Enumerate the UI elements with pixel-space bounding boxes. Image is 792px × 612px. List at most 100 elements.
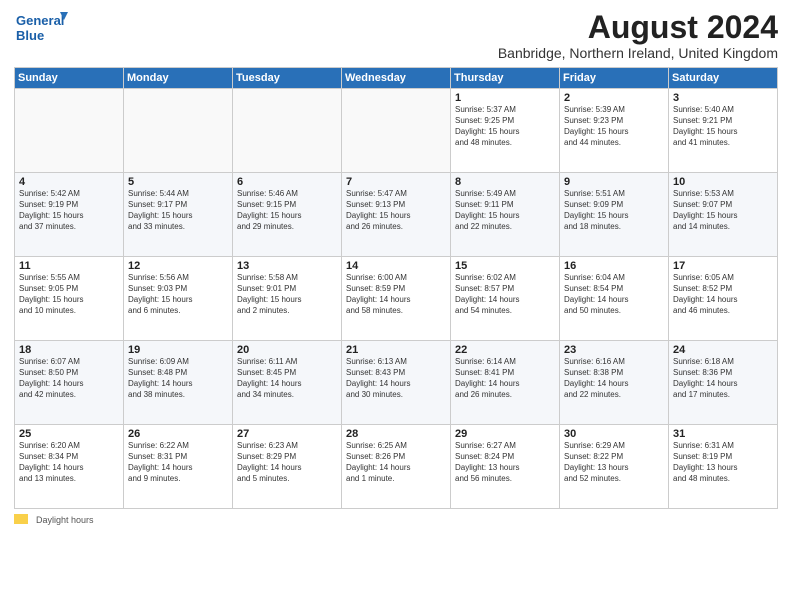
day-number: 24: [673, 344, 773, 356]
calendar-cell: 20Sunrise: 6:11 AM Sunset: 8:45 PM Dayli…: [233, 341, 342, 425]
day-number: 17: [673, 260, 773, 272]
calendar-cell: 18Sunrise: 6:07 AM Sunset: 8:50 PM Dayli…: [15, 341, 124, 425]
calendar-row-0: 1Sunrise: 5:37 AM Sunset: 9:25 PM Daylig…: [15, 89, 778, 173]
day-info: Sunrise: 6:22 AM Sunset: 8:31 PM Dayligh…: [128, 441, 228, 484]
daylight-label: Daylight hours: [36, 515, 94, 525]
calendar-cell: 15Sunrise: 6:02 AM Sunset: 8:57 PM Dayli…: [451, 257, 560, 341]
day-number: 4: [19, 176, 119, 188]
day-info: Sunrise: 5:51 AM Sunset: 9:09 PM Dayligh…: [564, 189, 664, 232]
calendar-cell: 27Sunrise: 6:23 AM Sunset: 8:29 PM Dayli…: [233, 425, 342, 509]
calendar-cell: 14Sunrise: 6:00 AM Sunset: 8:59 PM Dayli…: [342, 257, 451, 341]
col-tuesday: Tuesday: [233, 68, 342, 89]
day-number: 21: [346, 344, 446, 356]
calendar-cell: 3Sunrise: 5:40 AM Sunset: 9:21 PM Daylig…: [669, 89, 778, 173]
day-info: Sunrise: 5:44 AM Sunset: 9:17 PM Dayligh…: [128, 189, 228, 232]
calendar-cell: 24Sunrise: 6:18 AM Sunset: 8:36 PM Dayli…: [669, 341, 778, 425]
col-thursday: Thursday: [451, 68, 560, 89]
calendar-cell: 19Sunrise: 6:09 AM Sunset: 8:48 PM Dayli…: [124, 341, 233, 425]
calendar-cell: 11Sunrise: 5:55 AM Sunset: 9:05 PM Dayli…: [15, 257, 124, 341]
day-info: Sunrise: 5:46 AM Sunset: 9:15 PM Dayligh…: [237, 189, 337, 232]
day-info: Sunrise: 5:53 AM Sunset: 9:07 PM Dayligh…: [673, 189, 773, 232]
day-info: Sunrise: 6:16 AM Sunset: 8:38 PM Dayligh…: [564, 357, 664, 400]
day-info: Sunrise: 6:29 AM Sunset: 8:22 PM Dayligh…: [564, 441, 664, 484]
calendar-cell: 16Sunrise: 6:04 AM Sunset: 8:54 PM Dayli…: [560, 257, 669, 341]
svg-text:Blue: Blue: [16, 28, 44, 43]
day-number: 10: [673, 176, 773, 188]
calendar-cell: 25Sunrise: 6:20 AM Sunset: 8:34 PM Dayli…: [15, 425, 124, 509]
day-info: Sunrise: 5:55 AM Sunset: 9:05 PM Dayligh…: [19, 273, 119, 316]
calendar-cell: [15, 89, 124, 173]
day-info: Sunrise: 6:14 AM Sunset: 8:41 PM Dayligh…: [455, 357, 555, 400]
calendar-cell: 29Sunrise: 6:27 AM Sunset: 8:24 PM Dayli…: [451, 425, 560, 509]
logo: General Blue: [14, 10, 69, 48]
day-info: Sunrise: 6:23 AM Sunset: 8:29 PM Dayligh…: [237, 441, 337, 484]
calendar-row-1: 4Sunrise: 5:42 AM Sunset: 9:19 PM Daylig…: [15, 173, 778, 257]
calendar-cell: 23Sunrise: 6:16 AM Sunset: 8:38 PM Dayli…: [560, 341, 669, 425]
calendar-row-2: 11Sunrise: 5:55 AM Sunset: 9:05 PM Dayli…: [15, 257, 778, 341]
day-info: Sunrise: 6:07 AM Sunset: 8:50 PM Dayligh…: [19, 357, 119, 400]
calendar-cell: 28Sunrise: 6:25 AM Sunset: 8:26 PM Dayli…: [342, 425, 451, 509]
day-info: Sunrise: 6:11 AM Sunset: 8:45 PM Dayligh…: [237, 357, 337, 400]
logo-svg: General Blue: [14, 10, 69, 48]
day-number: 11: [19, 260, 119, 272]
day-number: 8: [455, 176, 555, 188]
header: General Blue August 2024 Banbridge, Nort…: [14, 10, 778, 61]
calendar-cell: 6Sunrise: 5:46 AM Sunset: 9:15 PM Daylig…: [233, 173, 342, 257]
day-number: 5: [128, 176, 228, 188]
calendar-cell: 12Sunrise: 5:56 AM Sunset: 9:03 PM Dayli…: [124, 257, 233, 341]
calendar-cell: [124, 89, 233, 173]
day-info: Sunrise: 5:37 AM Sunset: 9:25 PM Dayligh…: [455, 105, 555, 148]
calendar-cell: 8Sunrise: 5:49 AM Sunset: 9:11 PM Daylig…: [451, 173, 560, 257]
col-monday: Monday: [124, 68, 233, 89]
day-number: 27: [237, 428, 337, 440]
day-info: Sunrise: 6:20 AM Sunset: 8:34 PM Dayligh…: [19, 441, 119, 484]
day-number: 3: [673, 92, 773, 104]
day-number: 16: [564, 260, 664, 272]
day-number: 12: [128, 260, 228, 272]
header-row: Sunday Monday Tuesday Wednesday Thursday…: [15, 68, 778, 89]
day-info: Sunrise: 5:39 AM Sunset: 9:23 PM Dayligh…: [564, 105, 664, 148]
calendar-cell: 31Sunrise: 6:31 AM Sunset: 8:19 PM Dayli…: [669, 425, 778, 509]
calendar-cell: 22Sunrise: 6:14 AM Sunset: 8:41 PM Dayli…: [451, 341, 560, 425]
day-info: Sunrise: 6:27 AM Sunset: 8:24 PM Dayligh…: [455, 441, 555, 484]
day-info: Sunrise: 6:31 AM Sunset: 8:19 PM Dayligh…: [673, 441, 773, 484]
calendar-cell: 21Sunrise: 6:13 AM Sunset: 8:43 PM Dayli…: [342, 341, 451, 425]
col-wednesday: Wednesday: [342, 68, 451, 89]
col-sunday: Sunday: [15, 68, 124, 89]
calendar-row-4: 25Sunrise: 6:20 AM Sunset: 8:34 PM Dayli…: [15, 425, 778, 509]
day-number: 22: [455, 344, 555, 356]
day-info: Sunrise: 6:25 AM Sunset: 8:26 PM Dayligh…: [346, 441, 446, 484]
main-title: August 2024: [498, 10, 778, 45]
day-info: Sunrise: 5:58 AM Sunset: 9:01 PM Dayligh…: [237, 273, 337, 316]
day-info: Sunrise: 5:47 AM Sunset: 9:13 PM Dayligh…: [346, 189, 446, 232]
calendar-cell: 17Sunrise: 6:05 AM Sunset: 8:52 PM Dayli…: [669, 257, 778, 341]
day-number: 29: [455, 428, 555, 440]
title-block: August 2024 Banbridge, Northern Ireland,…: [498, 10, 778, 61]
day-number: 31: [673, 428, 773, 440]
day-number: 6: [237, 176, 337, 188]
day-number: 28: [346, 428, 446, 440]
calendar-cell: 9Sunrise: 5:51 AM Sunset: 9:09 PM Daylig…: [560, 173, 669, 257]
calendar-cell: 2Sunrise: 5:39 AM Sunset: 9:23 PM Daylig…: [560, 89, 669, 173]
day-number: 9: [564, 176, 664, 188]
daylight-color-box: [14, 514, 28, 524]
svg-text:General: General: [16, 13, 64, 28]
day-info: Sunrise: 5:49 AM Sunset: 9:11 PM Dayligh…: [455, 189, 555, 232]
calendar-cell: 13Sunrise: 5:58 AM Sunset: 9:01 PM Dayli…: [233, 257, 342, 341]
calendar-row-3: 18Sunrise: 6:07 AM Sunset: 8:50 PM Dayli…: [15, 341, 778, 425]
calendar-cell: 1Sunrise: 5:37 AM Sunset: 9:25 PM Daylig…: [451, 89, 560, 173]
day-info: Sunrise: 6:09 AM Sunset: 8:48 PM Dayligh…: [128, 357, 228, 400]
day-number: 20: [237, 344, 337, 356]
calendar-cell: 5Sunrise: 5:44 AM Sunset: 9:17 PM Daylig…: [124, 173, 233, 257]
day-info: Sunrise: 5:40 AM Sunset: 9:21 PM Dayligh…: [673, 105, 773, 148]
day-number: 26: [128, 428, 228, 440]
day-number: 19: [128, 344, 228, 356]
calendar-cell: [342, 89, 451, 173]
calendar-cell: [233, 89, 342, 173]
day-info: Sunrise: 6:02 AM Sunset: 8:57 PM Dayligh…: [455, 273, 555, 316]
day-number: 7: [346, 176, 446, 188]
calendar-table: Sunday Monday Tuesday Wednesday Thursday…: [14, 67, 778, 509]
calendar-cell: 10Sunrise: 5:53 AM Sunset: 9:07 PM Dayli…: [669, 173, 778, 257]
col-saturday: Saturday: [669, 68, 778, 89]
page: General Blue August 2024 Banbridge, Nort…: [0, 0, 792, 612]
